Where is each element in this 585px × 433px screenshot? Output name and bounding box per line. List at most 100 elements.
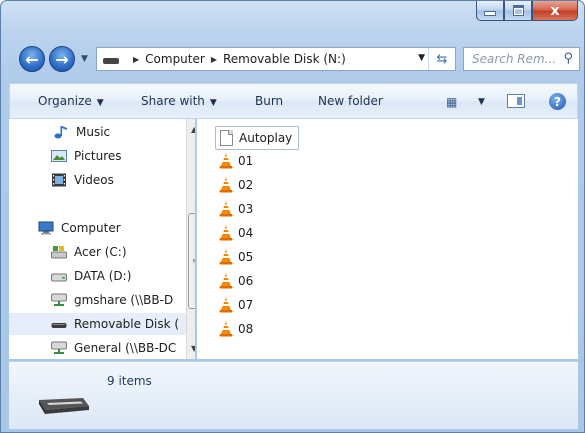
recent-pages-dropdown[interactable]: ▼ xyxy=(81,54,88,64)
removable-disk-large-icon xyxy=(35,384,91,420)
vlc-cone-icon xyxy=(219,201,233,217)
scroll-up-icon[interactable]: ▲ xyxy=(191,125,195,134)
organize-label: Organize xyxy=(38,94,92,108)
network-drive-icon xyxy=(51,293,67,307)
navigation-row: ← → ▼ ▶ Computer ▶ Removable Disk (N:) ▼… xyxy=(1,41,584,77)
file-name: Autoplay xyxy=(239,131,293,145)
nav-item-videos[interactable]: Videos xyxy=(9,169,187,191)
nav-item-data-d[interactable]: DATA (D:) xyxy=(9,265,187,287)
nav-item-removable-disk[interactable]: Removable Disk ( xyxy=(9,313,187,335)
forward-button[interactable]: → xyxy=(49,46,75,72)
file-list: Autoplay 01 02 03 04 05 06 07 08 xyxy=(197,119,578,359)
nav-item-label: General (\\BB-DC xyxy=(74,341,177,355)
organize-button[interactable]: Organize ▼ xyxy=(38,94,104,108)
scroll-down-icon[interactable]: ▼ xyxy=(191,344,195,353)
nav-item-general[interactable]: General (\\BB-DC xyxy=(9,337,187,359)
nav-item-label: Videos xyxy=(74,173,114,187)
share-with-label: Share with xyxy=(141,94,205,108)
vlc-cone-icon xyxy=(219,297,233,313)
file-name: 06 xyxy=(238,274,254,288)
file-name: 05 xyxy=(238,250,254,264)
search-icon[interactable]: ⚲ xyxy=(563,51,573,66)
music-icon xyxy=(53,125,69,139)
nav-item-label: Computer xyxy=(61,221,121,235)
breadcrumb-removable-disk[interactable]: Removable Disk (N:) xyxy=(223,52,346,66)
file-item[interactable]: 04 xyxy=(219,222,253,244)
nav-item-label: Removable Disk ( xyxy=(74,317,180,331)
vlc-cone-icon xyxy=(219,153,233,169)
change-view-icon[interactable]: ▦ xyxy=(446,95,457,109)
search-placeholder: Search Rem... xyxy=(472,52,557,66)
file-item[interactable]: 02 xyxy=(219,174,253,196)
nav-item-label: Acer (C:) xyxy=(74,245,127,259)
minimize-button[interactable] xyxy=(476,1,504,21)
help-icon[interactable]: ? xyxy=(549,93,566,110)
nav-item-label: Pictures xyxy=(74,149,122,163)
file-item[interactable]: 06 xyxy=(219,270,253,292)
forward-arrow-icon: → xyxy=(55,49,69,69)
nav-item-gmshare[interactable]: gmshare (\\BB-D xyxy=(9,289,187,311)
new-folder-button[interactable]: New folder xyxy=(318,94,383,108)
minimize-icon xyxy=(484,11,496,16)
share-with-button[interactable]: Share with ▼ xyxy=(141,94,217,108)
file-item[interactable]: 05 xyxy=(219,246,253,268)
scrollbar-thumb[interactable]: ≡ xyxy=(188,213,195,309)
vlc-cone-icon xyxy=(219,249,233,265)
nav-item-label: DATA (D:) xyxy=(74,269,132,283)
nav-item-computer[interactable]: Computer xyxy=(9,217,187,239)
breadcrumb-separator-icon[interactable]: ▶ xyxy=(211,55,217,64)
command-bar: Organize ▼ Share with ▼ Burn New folder ▦ … xyxy=(9,83,578,119)
explorer-window: x ← → ▼ ▶ Computer ▶ Removable Disk (N:)… xyxy=(0,0,585,433)
file-item[interactable]: 01 xyxy=(219,150,253,172)
maximize-icon xyxy=(512,5,524,16)
maximize-button[interactable] xyxy=(504,1,532,21)
grip-icon: ≡ xyxy=(192,256,195,265)
file-name: 02 xyxy=(238,178,254,192)
document-icon xyxy=(220,130,233,146)
vlc-cone-icon xyxy=(219,177,233,193)
vlc-cone-icon xyxy=(219,225,233,241)
file-item[interactable]: 08 xyxy=(219,318,253,340)
close-icon: x xyxy=(550,2,560,19)
title-bar: x xyxy=(1,1,584,39)
file-name: 03 xyxy=(238,202,254,216)
breadcrumb-computer[interactable]: Computer xyxy=(145,52,205,66)
vlc-cone-icon xyxy=(219,321,233,337)
preview-pane-icon[interactable] xyxy=(507,94,525,108)
nav-item-pictures[interactable]: Pictures xyxy=(9,145,187,167)
navigation-pane: Music Pictures Videos Computer Acer (C:)… xyxy=(9,119,195,359)
nav-item-label: Music xyxy=(76,125,111,139)
address-bar[interactable]: ▶ Computer ▶ Removable Disk (N:) ▼ ⇆ xyxy=(96,47,456,71)
removable-disk-icon xyxy=(103,58,119,64)
vlc-cone-icon xyxy=(219,273,233,289)
file-item-autoplay[interactable]: Autoplay xyxy=(215,126,300,150)
refresh-button[interactable]: ⇆ xyxy=(428,48,455,70)
search-box[interactable]: Search Rem... ⚲ xyxy=(463,47,580,71)
nav-item-acer-c[interactable]: Acer (C:) xyxy=(9,241,187,263)
drive-icon xyxy=(51,269,67,283)
file-name: 01 xyxy=(238,154,254,168)
view-options-dropdown[interactable]: ▼ xyxy=(478,97,485,107)
burn-button[interactable]: Burn xyxy=(255,94,283,108)
nav-item-music[interactable]: Music xyxy=(9,121,187,143)
chevron-down-icon: ▼ xyxy=(96,98,104,108)
file-item[interactable]: 03 xyxy=(219,198,253,220)
breadcrumb-separator-icon[interactable]: ▶ xyxy=(133,55,139,64)
pictures-icon xyxy=(51,149,67,163)
file-name: 08 xyxy=(238,322,254,336)
network-drive-icon xyxy=(51,341,67,355)
videos-icon xyxy=(51,173,67,187)
address-history-dropdown[interactable]: ▼ xyxy=(418,53,425,63)
close-button[interactable]: x xyxy=(532,1,578,21)
file-name: 04 xyxy=(238,226,254,240)
navigation-scrollbar[interactable]: ▲ ≡ ▼ xyxy=(186,119,195,359)
back-button[interactable]: ← xyxy=(19,46,45,72)
removable-disk-icon xyxy=(51,317,67,331)
refresh-icon: ⇆ xyxy=(436,51,448,67)
computer-icon xyxy=(38,221,54,235)
file-item[interactable]: 07 xyxy=(219,294,253,316)
back-arrow-icon: ← xyxy=(25,49,39,69)
file-name: 07 xyxy=(238,298,254,312)
details-pane: 9 items xyxy=(9,361,578,429)
item-count: 9 items xyxy=(107,374,152,388)
